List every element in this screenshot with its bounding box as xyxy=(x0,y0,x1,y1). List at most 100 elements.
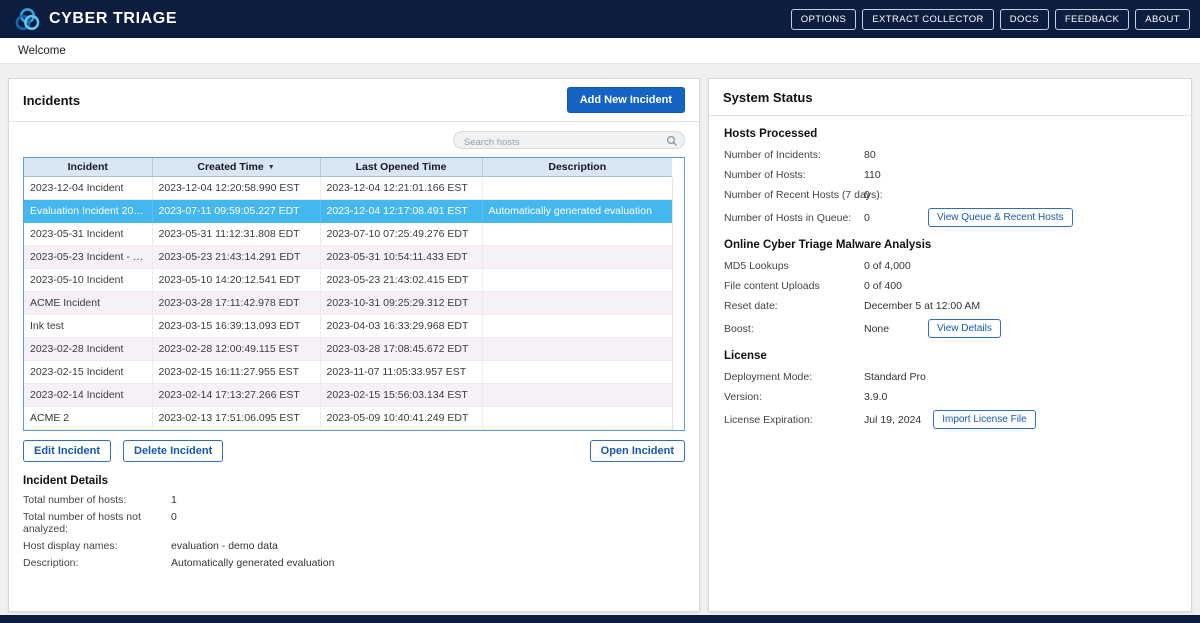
table-row[interactable]: 2023-05-31 Incident2023-05-31 11:12:31.8… xyxy=(24,222,672,245)
status-row: Number of Incidents:80 xyxy=(724,148,1176,162)
system-status-title: System Status xyxy=(723,90,813,105)
system-status-panel: System Status Hosts Processed Number of I… xyxy=(708,78,1192,612)
tab-welcome[interactable]: Welcome xyxy=(18,45,66,57)
search-icon xyxy=(666,134,678,146)
cell-opened: 2023-12-04 12:21:01.166 EST xyxy=(320,176,482,199)
status-label: Deployment Mode: xyxy=(724,371,864,383)
table-scrollbar[interactable] xyxy=(672,177,684,430)
cell-created: 2023-03-28 17:11:42.978 EDT xyxy=(152,291,320,314)
footer-bar xyxy=(0,615,1200,623)
import-license-file-button[interactable]: Import License File xyxy=(933,410,1035,429)
cell-created: 2023-05-23 21:43:14.291 EDT xyxy=(152,245,320,268)
status-value: Standard Pro xyxy=(864,371,926,383)
view-details-button[interactable]: View Details xyxy=(928,319,1001,338)
status-label: File content Uploads xyxy=(724,280,864,292)
cell-description xyxy=(482,337,672,360)
topbar-buttons: OPTIONSEXTRACT COLLECTOR DOCS FEEDBACK ABOU… xyxy=(791,9,1190,30)
cell-incident: 2023-05-31 Incident xyxy=(24,222,152,245)
cell-opened: 2023-02-15 15:56:03.134 EST xyxy=(320,383,482,406)
status-label: Version: xyxy=(724,391,864,403)
column-header-incident[interactable]: Incident xyxy=(24,158,152,176)
status-label: Reset date: xyxy=(724,300,864,312)
status-section-heading: Hosts Processed xyxy=(724,128,1176,140)
cell-opened: 2023-05-23 21:43:02.415 EDT xyxy=(320,268,482,291)
table-row[interactable]: ACME Incident2023-03-28 17:11:42.978 EDT… xyxy=(24,291,672,314)
table-row[interactable]: ACME 22023-02-13 17:51:06.095 EST2023-05… xyxy=(24,406,672,429)
detail-row: Total number of hosts:1 xyxy=(23,494,685,506)
table-row[interactable]: 2023-02-28 Incident2023-02-28 12:00:49.1… xyxy=(24,337,672,360)
table-row[interactable]: 2023-12-04 Incident2023-12-04 12:20:58.9… xyxy=(24,176,672,199)
add-new-incident-button[interactable]: Add New Incident xyxy=(567,87,685,113)
status-label: MD5 Lookups xyxy=(724,260,864,272)
status-value: 0 of 400 xyxy=(864,280,916,292)
cell-description: Automatically generated evaluation xyxy=(482,199,672,222)
table-row[interactable]: 2023-02-14 Incident2023-02-14 17:13:27.2… xyxy=(24,383,672,406)
status-row: File content Uploads0 of 400 xyxy=(724,279,1176,293)
edit-incident-button[interactable]: Edit Incident xyxy=(23,440,111,462)
detail-label: Total number of hosts not analyzed: xyxy=(23,511,171,535)
cell-description xyxy=(482,222,672,245)
status-label: Number of Incidents: xyxy=(724,149,864,161)
status-label: Number of Recent Hosts (7 days): xyxy=(724,189,864,201)
cell-created: 2023-03-15 16:39:13.093 EDT xyxy=(152,314,320,337)
detail-row: Host display names:evaluation - demo dat… xyxy=(23,540,685,552)
cell-incident: 2023-02-28 Incident xyxy=(24,337,152,360)
table-row[interactable]: 2023-05-10 Incident2023-05-10 14:20:12.5… xyxy=(24,268,672,291)
about-button[interactable]: ABOUT xyxy=(1135,9,1190,30)
extract-collector-button[interactable]: EXTRACT COLLECTOR xyxy=(862,9,994,30)
system-status-body: Hosts ProcessedNumber of Incidents:80Num… xyxy=(709,116,1191,447)
cell-opened: 2023-05-31 10:54:11.433 EDT xyxy=(320,245,482,268)
delete-incident-button[interactable]: Delete Incident xyxy=(123,440,223,462)
cell-description xyxy=(482,360,672,383)
column-header-description[interactable]: Description xyxy=(482,158,672,176)
cell-created: 2023-12-04 12:20:58.990 EST xyxy=(152,176,320,199)
column-header-created-time[interactable]: Created Time▼ xyxy=(152,158,320,176)
cell-description xyxy=(482,176,672,199)
search-input[interactable] xyxy=(454,135,684,151)
cell-created: 2023-05-10 14:20:12.541 EDT xyxy=(152,268,320,291)
detail-label: Description: xyxy=(23,557,171,569)
table-row[interactable]: 2023-02-15 Incident2023-02-15 16:11:27.9… xyxy=(24,360,672,383)
table-row[interactable]: Ink test2023-03-15 16:39:13.093 EDT2023-… xyxy=(24,314,672,337)
cell-opened: 2023-05-09 10:40:41.249 EDT xyxy=(320,406,482,429)
app-title: CYBER TRIAGE xyxy=(49,10,177,28)
incidents-title: Incidents xyxy=(23,93,80,108)
status-section-license: LicenseDeployment Mode:Standard ProVersi… xyxy=(724,350,1176,429)
detail-label: Host display names: xyxy=(23,540,171,552)
docs-button[interactable]: DOCS xyxy=(1000,9,1049,30)
table-row[interactable]: 2023-05-23 Incident - Logins2023-05-23 2… xyxy=(24,245,672,268)
cell-description xyxy=(482,291,672,314)
status-label: License Expiration: xyxy=(724,414,864,426)
main-content: Incidents Add New Incident IncidentCrea xyxy=(0,64,1200,612)
cell-opened: 2023-07-10 07:25:49.276 EDT xyxy=(320,222,482,245)
view-queue-recent-hosts-button[interactable]: View Queue & Recent Hosts xyxy=(928,208,1073,227)
detail-row: Total number of hosts not analyzed:0 xyxy=(23,511,685,535)
options-button[interactable]: OPTIONS xyxy=(791,9,857,30)
status-value: 0 of 4,000 xyxy=(864,260,916,272)
cell-incident: ACME 2 xyxy=(24,406,152,429)
cell-created: 2023-02-14 17:13:27.266 EST xyxy=(152,383,320,406)
status-row: Boost:NoneView Details xyxy=(724,319,1176,338)
app-logo-icon xyxy=(14,6,41,33)
status-row: MD5 Lookups0 of 4,000 xyxy=(724,259,1176,273)
cell-created: 2023-02-13 17:51:06.095 EST xyxy=(152,406,320,429)
status-row: Reset date:December 5 at 12:00 AM xyxy=(724,299,1176,313)
open-incident-button[interactable]: Open Incident xyxy=(590,440,685,462)
cell-created: 2023-07-11 09:59:05.227 EDT xyxy=(152,199,320,222)
cell-incident: Evaluation Incident 2023-07-11 xyxy=(24,199,152,222)
detail-row: Description:Automatically generated eval… xyxy=(23,557,685,569)
status-label: Number of Hosts in Queue: xyxy=(724,212,864,224)
status-value: Jul 19, 2024 xyxy=(864,414,921,426)
detail-value: 1 xyxy=(171,494,177,506)
cell-incident: 2023-05-10 Incident xyxy=(24,268,152,291)
table-row[interactable]: Evaluation Incident 2023-07-112023-07-11… xyxy=(24,199,672,222)
feedback-button[interactable]: FEEDBACK xyxy=(1055,9,1129,30)
cell-description xyxy=(482,268,672,291)
cell-incident: 2023-12-04 Incident xyxy=(24,176,152,199)
column-header-last-opened-time[interactable]: Last Opened Time xyxy=(320,158,482,176)
cell-description xyxy=(482,245,672,268)
incident-table: IncidentCreated Time▼Last Opened TimeDes… xyxy=(23,157,685,431)
cell-created: 2023-02-15 16:11:27.955 EST xyxy=(152,360,320,383)
status-row: Version:3.9.0 xyxy=(724,390,1176,404)
cell-created: 2023-02-28 12:00:49.115 EST xyxy=(152,337,320,360)
